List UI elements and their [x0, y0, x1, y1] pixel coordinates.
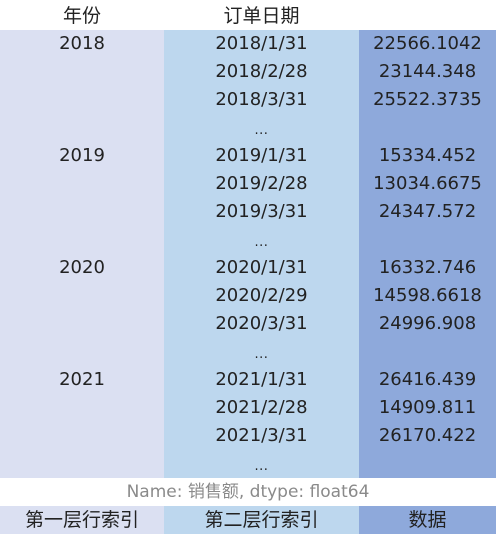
ellipsis-text: ...: [254, 123, 269, 138]
value-cell: [359, 338, 496, 366]
value-cell: 25522.3735: [373, 89, 482, 110]
year-cell: [0, 86, 164, 114]
table-row: 2021/2/28 14909.811: [0, 394, 496, 422]
year-header: 年份: [62, 5, 101, 27]
value-cell: 14909.811: [378, 397, 477, 418]
value-cell: [359, 226, 496, 254]
date-cell: 2020/1/31: [215, 257, 308, 278]
value-cell: [359, 114, 496, 142]
year-cell: [0, 198, 164, 226]
ellipsis-text: ...: [254, 459, 269, 474]
table-row: 2019 2019/1/31 15334.452: [0, 142, 496, 170]
value-cell: 23144.348: [378, 61, 477, 82]
table-row: 2020/3/31 24996.908: [0, 310, 496, 338]
table-row: 2018/3/31 25522.3735: [0, 86, 496, 114]
year-cell: [0, 226, 164, 254]
series-info: Name: 销售额, dtype: float64: [0, 478, 496, 506]
series-rows: 2018 2018/1/31 22566.1042 2018/2/28 2314…: [0, 30, 496, 478]
second-level-index-label: 第二层行索引: [164, 506, 359, 534]
value-cell: 24996.908: [378, 313, 477, 334]
date-cell: 2020/3/31: [215, 313, 308, 334]
table-row: 2019/2/28 13034.6675: [0, 170, 496, 198]
value-cell: [359, 450, 496, 478]
table-row: 2021 2021/1/31 26416.439: [0, 366, 496, 394]
date-cell: 2019/2/28: [215, 173, 308, 194]
year-cell: [0, 282, 164, 310]
year-cell: 2020: [59, 257, 105, 278]
date-cell: 2019/1/31: [215, 145, 308, 166]
date-cell: 2018/1/31: [215, 33, 308, 54]
table-row: 2018/2/28 23144.348: [0, 58, 496, 86]
multiindex-series-diagram: 年份 订单日期 2018 2018/1/31 22566.1042 2018/2…: [0, 0, 496, 534]
ellipsis-text: ...: [254, 235, 269, 250]
value-cell: 16332.746: [378, 257, 477, 278]
year-cell: [0, 422, 164, 450]
value-cell: 26170.422: [378, 425, 477, 446]
year-cell: [0, 394, 164, 422]
data-label: 数据: [359, 506, 496, 534]
value-cell: 15334.452: [378, 145, 477, 166]
table-row: 2021/3/31 26170.422: [0, 422, 496, 450]
ellipsis-row: ...: [0, 114, 496, 142]
table-row: 2018 2018/1/31 22566.1042: [0, 30, 496, 58]
date-cell: 2021/2/28: [215, 397, 308, 418]
year-cell: 2018: [59, 33, 105, 54]
legend: 第一层行索引 第二层行索引 数据: [0, 506, 496, 534]
value-cell: 22566.1042: [373, 33, 482, 54]
value-cell: 24347.572: [378, 201, 477, 222]
value-cell: 13034.6675: [373, 173, 482, 194]
table-row: 2020 2020/1/31 16332.746: [0, 254, 496, 282]
date-cell: 2018/2/28: [215, 61, 308, 82]
date-cell: 2021/1/31: [215, 369, 308, 390]
value-cell: 14598.6618: [373, 285, 482, 306]
date-cell: 2018/3/31: [215, 89, 308, 110]
date-cell: 2021/3/31: [215, 425, 308, 446]
date-cell: 2019/3/31: [215, 201, 308, 222]
date-cell: 2020/2/29: [215, 285, 308, 306]
year-cell: 2019: [59, 145, 105, 166]
ellipsis-row: ...: [0, 226, 496, 254]
table-row: 2020/2/29 14598.6618: [0, 282, 496, 310]
table-row: 2019/3/31 24347.572: [0, 198, 496, 226]
year-cell: [0, 58, 164, 86]
year-cell: 2021: [59, 369, 105, 390]
year-cell: [0, 310, 164, 338]
header-row: 年份 订单日期: [0, 0, 496, 30]
ellipsis-row: ...: [0, 338, 496, 366]
ellipsis-text: ...: [254, 347, 269, 362]
year-cell: [0, 450, 164, 478]
year-cell: [0, 338, 164, 366]
year-cell: [0, 114, 164, 142]
first-level-index-label: 第一层行索引: [0, 506, 164, 534]
ellipsis-row: ...: [0, 450, 496, 478]
order-date-header: 订单日期: [223, 5, 300, 27]
value-cell: 26416.439: [378, 369, 477, 390]
year-cell: [0, 170, 164, 198]
